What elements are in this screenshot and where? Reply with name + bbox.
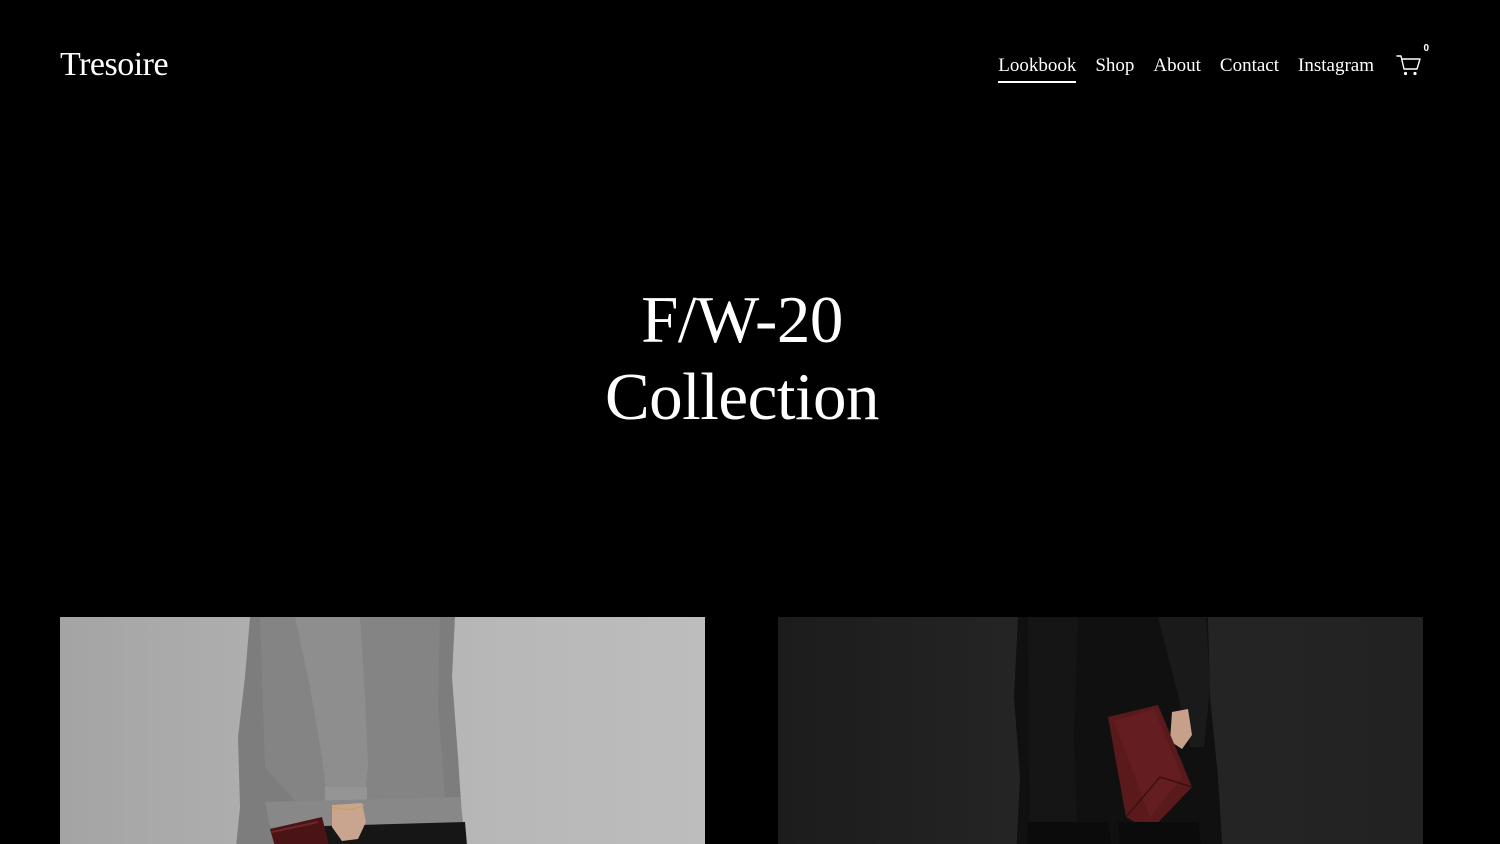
model-grey-sweater-photo	[236, 617, 467, 844]
nav-item-lookbook[interactable]: Lookbook	[998, 50, 1077, 83]
cart-button[interactable]: 0	[1396, 43, 1429, 79]
collection-title-line-2: Collection	[604, 360, 880, 434]
nav-item-instagram[interactable]: Instagram	[1298, 50, 1374, 82]
cart-count-badge: 0	[1423, 43, 1429, 54]
collection-title-line-1: F/W-20	[641, 283, 843, 357]
brand-logo[interactable]: Tresoire	[60, 45, 169, 85]
lookbook-photo-grey-sweater[interactable]	[60, 617, 705, 844]
main-nav: Lookbook Shop About Contact Instagram 0	[998, 43, 1429, 83]
page: Tresoire Lookbook Shop About Contact Ins…	[0, 0, 1484, 844]
cart-icon	[1396, 55, 1421, 76]
nav-item-contact[interactable]: Contact	[1220, 50, 1279, 82]
lookbook-photo-black-coat[interactable]	[778, 617, 1423, 844]
collection-title: F/W-20 Collection	[0, 282, 1484, 436]
nav-item-about[interactable]: About	[1153, 50, 1201, 82]
model-black-coat-photo	[1014, 617, 1223, 844]
nav-item-shop[interactable]: Shop	[1095, 50, 1134, 82]
